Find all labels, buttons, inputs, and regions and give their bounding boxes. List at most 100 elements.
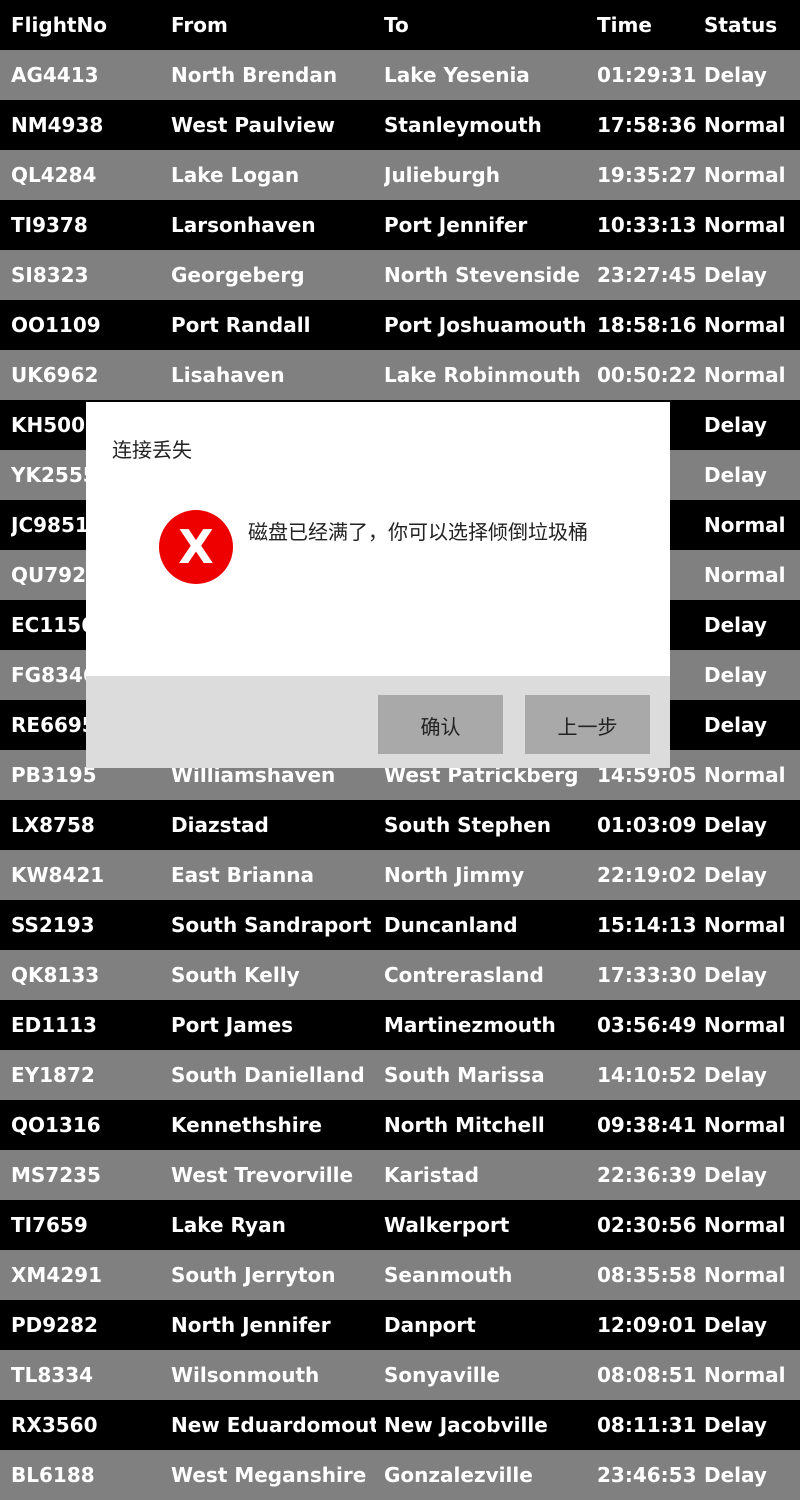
cell-from: North Jennifer — [171, 1313, 331, 1337]
cell-to: Port Jennifer — [384, 213, 528, 237]
cell-to: Stanleymouth — [384, 113, 542, 137]
table-row: ED1113 Port James Martinezmouth 03:56:49 Nor… — [0, 1000, 800, 1050]
table-row: TI9378 Larsonhaven Port Jennifer 10:33:13 No… — [0, 200, 800, 250]
header-flight-no: FlightNo — [11, 13, 107, 37]
cell-status: Delay — [704, 713, 767, 737]
cell-status: Normal — [704, 1213, 786, 1237]
cell-from: Lake Logan — [171, 163, 300, 187]
table-row: OO1109 Port Randall Port Joshuamouth 18:58:… — [0, 300, 800, 350]
cell-from: East Brianna — [171, 863, 315, 887]
cell-from: New Eduardomouth — [171, 1413, 376, 1437]
cell-flight-no: QL4284 — [11, 163, 97, 187]
confirm-button[interactable]: 确认 — [378, 695, 503, 754]
error-dialog: 连接丢失 X 磁盘已经满了，你可以选择倾倒垃圾桶 确认 上一步 — [86, 402, 670, 768]
cell-status: Delay — [704, 1163, 767, 1187]
cell-to: North Jimmy — [384, 863, 525, 887]
cell-from: West Trevorville — [171, 1163, 354, 1187]
table-row: RX3560 New Eduardomouth New Jacobville 08:1… — [0, 1400, 800, 1450]
cell-status: Normal — [704, 1363, 786, 1387]
cell-time: 01:29:31 — [597, 63, 697, 87]
cell-time: 08:35:58 — [597, 1263, 697, 1287]
table-header: FlightNo From To Time Status — [0, 0, 800, 50]
cell-time: 23:27:45 — [597, 263, 697, 287]
cell-time: 01:03:09 — [597, 813, 697, 837]
table-row: TI7659 Lake Ryan Walkerport 02:30:56 Normal — [0, 1200, 800, 1250]
cell-status: Normal — [704, 513, 786, 537]
table-row: PD9282 North Jennifer Danport 12:09:01 Delay — [0, 1300, 800, 1350]
table-row: EY1872 South Danielland South Marissa 14:10… — [0, 1050, 800, 1100]
table-row: BL6188 West Meganshire Gonzalezville 23:46:… — [0, 1450, 800, 1500]
cell-to: Karistad — [384, 1163, 479, 1187]
cell-time: 10:33:13 — [597, 213, 697, 237]
cell-from: North Brendan — [171, 63, 338, 87]
cell-status: Delay — [704, 863, 767, 887]
cell-from: Lake Ryan — [171, 1213, 286, 1237]
cell-time: 02:30:56 — [597, 1213, 697, 1237]
cell-flight-no: QK8133 — [11, 963, 100, 987]
cell-status: Delay — [704, 63, 767, 87]
cell-flight-no: SI8323 — [11, 263, 89, 287]
cell-from: Port Randall — [171, 313, 311, 337]
cell-time: 08:08:51 — [597, 1363, 697, 1387]
back-button[interactable]: 上一步 — [525, 695, 650, 754]
cell-to: Sonyaville — [384, 1363, 501, 1387]
cell-to: Seanmouth — [384, 1263, 513, 1287]
cell-to: Danport — [384, 1313, 476, 1337]
table-body: AG4413 North Brendan Lake Yesenia 01:29:31 D… — [0, 50, 800, 1500]
cell-status: Normal — [704, 213, 786, 237]
cell-to: North Stevenside — [384, 263, 581, 287]
header-status: Status — [704, 13, 778, 37]
cell-to: Gonzalezville — [384, 1463, 533, 1487]
cell-status: Delay — [704, 1313, 767, 1337]
cell-flight-no: PD9282 — [11, 1313, 98, 1337]
table-row: AG4413 North Brendan Lake Yesenia 01:29:31 D… — [0, 50, 800, 100]
cell-time: 00:50:22 — [597, 363, 697, 387]
header-time: Time — [597, 13, 652, 37]
cell-time: 15:14:13 — [597, 913, 697, 937]
cell-to: Julieburgh — [384, 163, 500, 187]
table-row: NM4938 West Paulview Stanleymouth 17:58:36 N… — [0, 100, 800, 150]
cell-status: Delay — [704, 263, 767, 287]
cell-to: Contrerasland — [384, 963, 544, 987]
cell-from: South Kelly — [171, 963, 300, 987]
table-row: KW8421 East Brianna North Jimmy 22:19:02 Del… — [0, 850, 800, 900]
dialog-message: 磁盘已经满了，你可以选择倾倒垃圾桶 — [248, 520, 588, 544]
cell-to: South Stephen — [384, 813, 552, 837]
table-row: TL8334 Wilsonmouth Sonyaville 08:08:51 Norma… — [0, 1350, 800, 1400]
cell-time: 17:58:36 — [597, 113, 697, 137]
cell-from: Port James — [171, 1013, 294, 1037]
cell-to: South Marissa — [384, 1063, 545, 1087]
table-row: QO1316 Kennethshire North Mitchell 09:38:41… — [0, 1100, 800, 1150]
cell-status: Normal — [704, 763, 786, 787]
cell-status: Delay — [704, 413, 767, 437]
cell-status: Delay — [704, 463, 767, 487]
cell-flight-no: ED1113 — [11, 1013, 97, 1037]
cell-status: Normal — [704, 563, 786, 587]
cell-from: Lisahaven — [171, 363, 285, 387]
cell-to: Martinezmouth — [384, 1013, 556, 1037]
cell-from: Kennethshire — [171, 1113, 322, 1137]
cell-from: Georgeberg — [171, 263, 305, 287]
cell-time: 03:56:49 — [597, 1013, 697, 1037]
cell-from: West Meganshire — [171, 1463, 367, 1487]
cell-flight-no: KW8421 — [11, 863, 105, 887]
cell-time: 23:46:53 — [597, 1463, 697, 1487]
table-row: MS7235 West Trevorville Karistad 22:36:39 De… — [0, 1150, 800, 1200]
cell-flight-no: BL6188 — [11, 1463, 95, 1487]
cell-flight-no: TI7659 — [11, 1213, 88, 1237]
cell-flight-no: TI9378 — [11, 213, 88, 237]
cell-status: Normal — [704, 313, 786, 337]
cell-flight-no: EY1872 — [11, 1063, 95, 1087]
cell-flight-no: MS7235 — [11, 1163, 101, 1187]
cell-from: South Danielland — [171, 1063, 365, 1087]
cell-status: Delay — [704, 613, 767, 637]
cell-to: North Mitchell — [384, 1113, 545, 1137]
cell-status: Normal — [704, 1263, 786, 1287]
cell-from: South Sandraport — [171, 913, 372, 937]
cell-time: 12:09:01 — [597, 1313, 697, 1337]
cell-status: Normal — [704, 1013, 786, 1037]
cell-time: 22:36:39 — [597, 1163, 697, 1187]
table-row: UK6962 Lisahaven Lake Robinmouth 00:50:22 No… — [0, 350, 800, 400]
cell-flight-no: AG4413 — [11, 63, 99, 87]
table-row: SI8323 Georgeberg North Stevenside 23:27:45… — [0, 250, 800, 300]
